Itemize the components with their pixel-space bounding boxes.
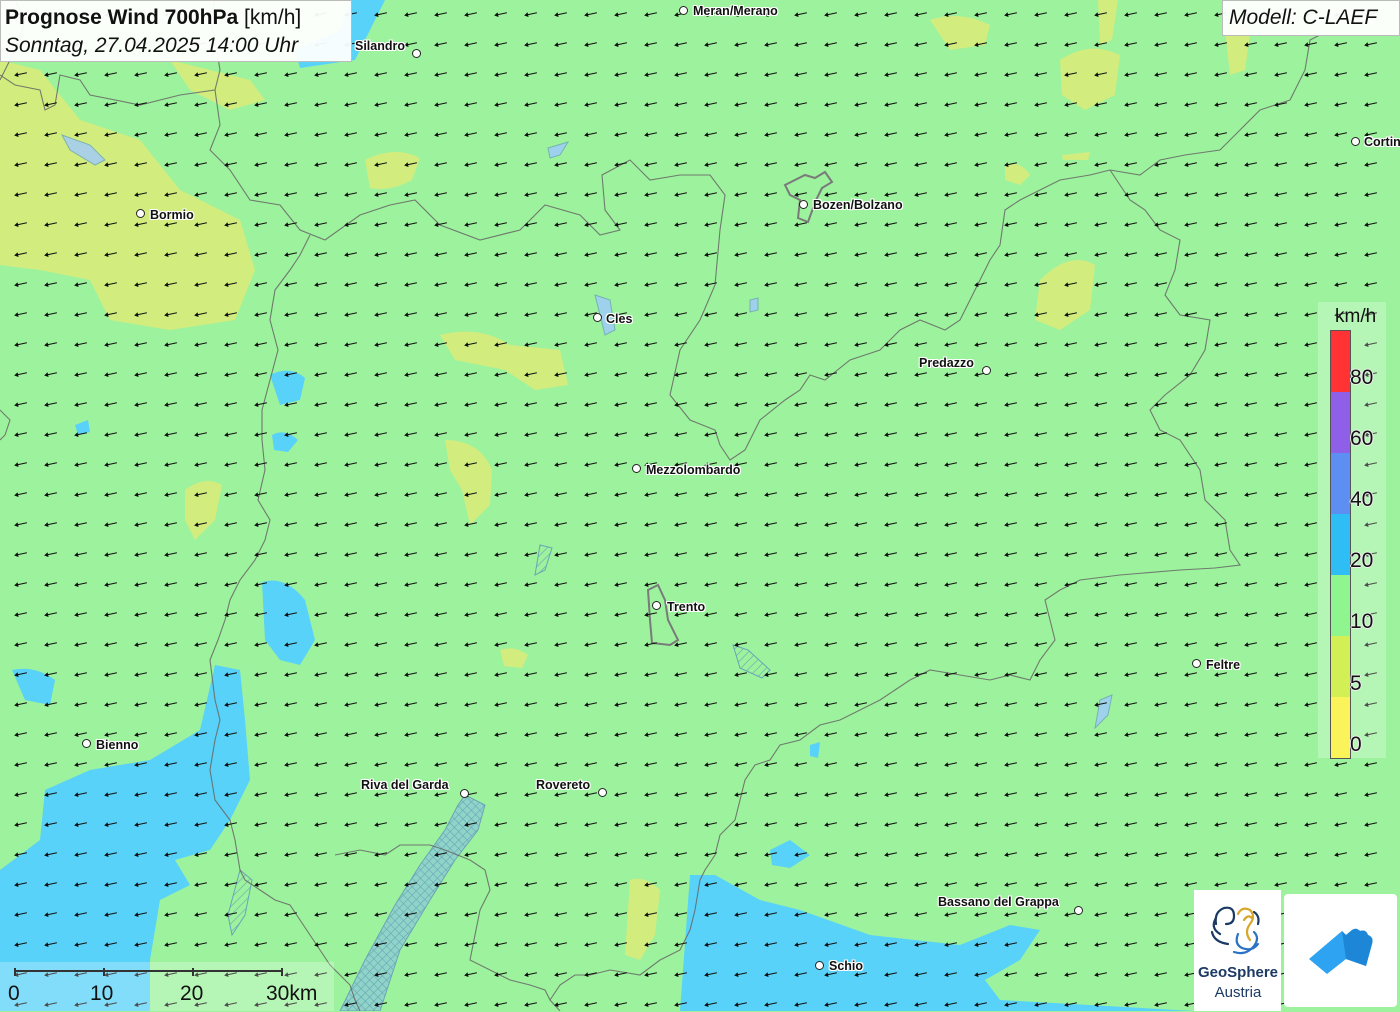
weather-app-logo-icon[interactable]	[1284, 894, 1397, 1007]
map-title-box: Prognose Wind 700hPa [km/h] Sonntag, 27.…	[0, 0, 352, 62]
legend-color-step	[1331, 331, 1350, 392]
place-dot	[679, 6, 688, 15]
place-dot	[412, 49, 421, 58]
geosphere-swirl-icon	[1210, 906, 1260, 955]
scale-tick	[103, 968, 105, 976]
place-label[interactable]: Riva del Garda	[361, 778, 449, 792]
color-legend: km/h 80 60 40 20 10 5 0	[1318, 302, 1386, 759]
place-label[interactable]: Silandro	[355, 39, 405, 53]
legend-label: 5	[1350, 672, 1362, 695]
geosphere-country: Austria	[1214, 984, 1262, 1001]
place-dot	[1351, 137, 1360, 146]
place-label[interactable]: Feltre	[1206, 658, 1240, 672]
legend-label: 40	[1350, 488, 1374, 511]
place-label[interactable]: Cles	[606, 312, 632, 326]
map-date: Sonntag, 27.04.2025 14:00 Uhr	[5, 34, 299, 57]
place-label[interactable]: Meran/Merano	[693, 4, 778, 18]
place-dot	[593, 313, 602, 322]
map-title-main: Prognose Wind 700hPa	[5, 6, 239, 29]
place-dot	[982, 366, 991, 375]
place-label[interactable]: Cortina	[1364, 135, 1400, 149]
map-title: Prognose Wind 700hPa [km/h]	[5, 6, 301, 30]
scale-tick	[281, 968, 283, 976]
place-label[interactable]: Bienno	[96, 738, 138, 752]
place-dot	[632, 464, 641, 473]
legend-color-step	[1331, 636, 1350, 697]
geosphere-name: GeoSphere	[1197, 964, 1279, 981]
legend-color-step	[1331, 575, 1350, 636]
legend-label: 0	[1350, 733, 1362, 756]
weather-app-arrow-icon	[1309, 928, 1373, 974]
place-label[interactable]: Trento	[667, 600, 705, 614]
place-dot	[1074, 906, 1083, 915]
scale-label: 0	[8, 982, 20, 1005]
legend-unit: km/h	[1335, 306, 1377, 327]
place-label[interactable]: Bormio	[150, 208, 194, 222]
legend-color-bar	[1330, 330, 1351, 759]
place-dot	[799, 200, 808, 209]
place-dot	[460, 789, 469, 798]
place-dot	[815, 961, 824, 970]
map-title-unit: [km/h]	[244, 6, 302, 29]
place-dot	[136, 209, 145, 218]
legend-color-step	[1331, 392, 1350, 453]
place-dot	[1192, 659, 1201, 668]
scale-label: 30km	[266, 982, 318, 1005]
place-dot	[82, 739, 91, 748]
legend-label: 20	[1350, 549, 1374, 572]
legend-label: 10	[1350, 610, 1374, 633]
legend-label: 80	[1350, 366, 1374, 389]
scale-tick	[14, 968, 16, 976]
scale-label: 10	[90, 982, 114, 1005]
wind-map[interactable]	[0, 0, 1400, 1011]
scale-line	[15, 970, 283, 972]
scale-tick	[192, 968, 194, 976]
geosphere-logo[interactable]: GeoSphere Austria	[1194, 890, 1281, 1011]
place-dot	[652, 601, 661, 610]
place-label[interactable]: Bassano del Grappa	[938, 895, 1059, 909]
place-label[interactable]: Schio	[829, 959, 863, 973]
legend-color-step	[1331, 697, 1350, 758]
place-label[interactable]: Bozen/Bolzano	[813, 198, 903, 212]
place-dot	[598, 788, 607, 797]
place-label[interactable]: Rovereto	[536, 778, 590, 792]
place-label[interactable]: Mezzolombardo	[646, 463, 740, 477]
legend-color-step	[1331, 514, 1350, 575]
legend-label: 60	[1350, 427, 1374, 450]
model-label: Modell: C-LAEF	[1222, 0, 1400, 36]
scale-bar: 0 10 20 30km	[0, 962, 334, 1011]
place-label[interactable]: Predazzo	[919, 356, 974, 370]
legend-color-step	[1331, 453, 1350, 514]
scale-label: 20	[180, 982, 204, 1005]
